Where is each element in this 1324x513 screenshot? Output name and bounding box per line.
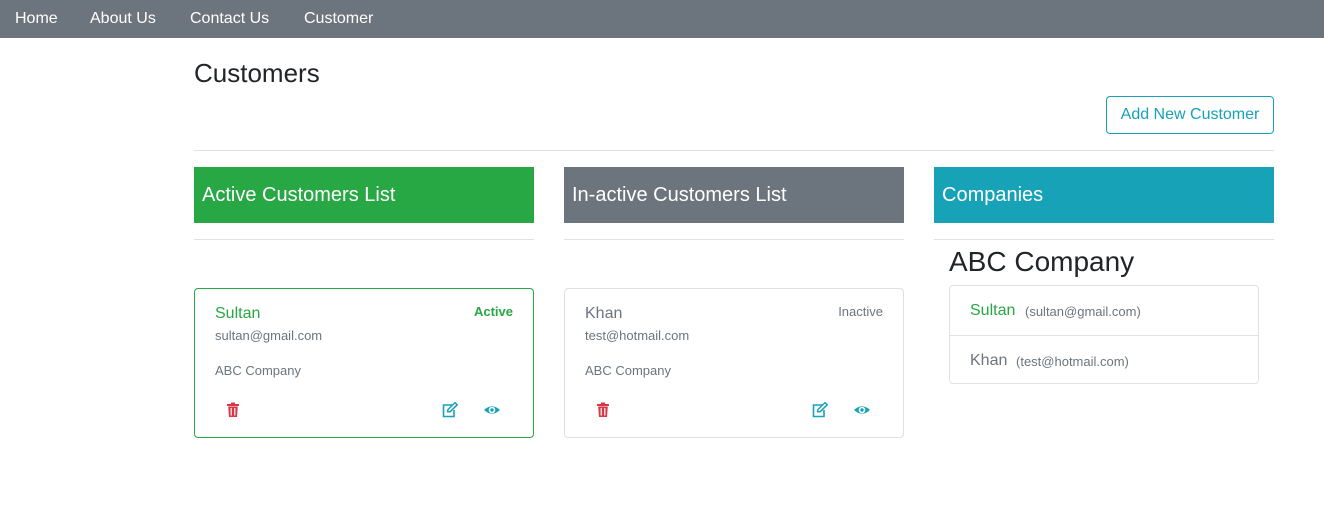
customer-name[interactable]: Sultan xyxy=(215,304,260,324)
divider xyxy=(194,239,534,240)
list-item[interactable]: Sultan (sultan@gmail.com) xyxy=(950,286,1258,335)
customer-name[interactable]: Khan xyxy=(585,304,622,324)
company-customer-email: (test@hotmail.com) xyxy=(1016,354,1129,369)
customer-email: test@hotmail.com xyxy=(585,328,690,343)
divider xyxy=(934,239,1274,240)
nav-link-about-us[interactable]: About Us xyxy=(90,9,156,29)
company-customer-name: Khan xyxy=(970,352,1008,369)
active-customers-header: Active Customers List xyxy=(194,167,534,223)
inactive-customers-header: In-active Customers List xyxy=(564,167,904,223)
nav-link-customer[interactable]: Customer xyxy=(304,9,373,29)
companies-header: Companies xyxy=(934,167,1274,223)
list-item[interactable]: Khan (test@hotmail.com) xyxy=(950,335,1258,384)
edit-icon[interactable] xyxy=(441,402,459,418)
customer-company: ABC Company xyxy=(215,363,301,378)
customer-email: sultan@gmail.com xyxy=(215,328,323,343)
company-customer-list: Sultan (sultan@gmail.com) Khan (test@hot… xyxy=(949,285,1259,384)
divider xyxy=(194,150,1274,151)
navbar: Home About Us Contact Us Customer xyxy=(0,0,1324,38)
status-badge: Active xyxy=(473,304,513,319)
nav-link-home[interactable]: Home xyxy=(15,9,58,29)
customer-card-active: Sultan Active sultan@gmail.com ABC Compa… xyxy=(194,288,534,438)
company-name: ABC Company xyxy=(949,246,1135,277)
trash-icon[interactable] xyxy=(596,402,614,418)
eye-icon[interactable] xyxy=(853,402,871,418)
nav-link-contact-us[interactable]: Contact Us xyxy=(190,9,269,29)
status-badge: Inactive xyxy=(838,304,883,319)
add-new-customer-button[interactable]: Add New Customer xyxy=(1106,96,1274,134)
trash-icon[interactable] xyxy=(226,402,244,418)
company-customer-name: Sultan xyxy=(970,302,1016,319)
company-customer-email: (sultan@gmail.com) xyxy=(1025,304,1141,319)
eye-icon[interactable] xyxy=(483,402,501,418)
customer-company: ABC Company xyxy=(585,363,671,378)
page-title: Customers xyxy=(194,58,320,88)
customer-card-inactive: Khan Inactive test@hotmail.com ABC Compa… xyxy=(564,288,904,438)
divider xyxy=(564,239,904,240)
edit-icon[interactable] xyxy=(811,402,829,418)
